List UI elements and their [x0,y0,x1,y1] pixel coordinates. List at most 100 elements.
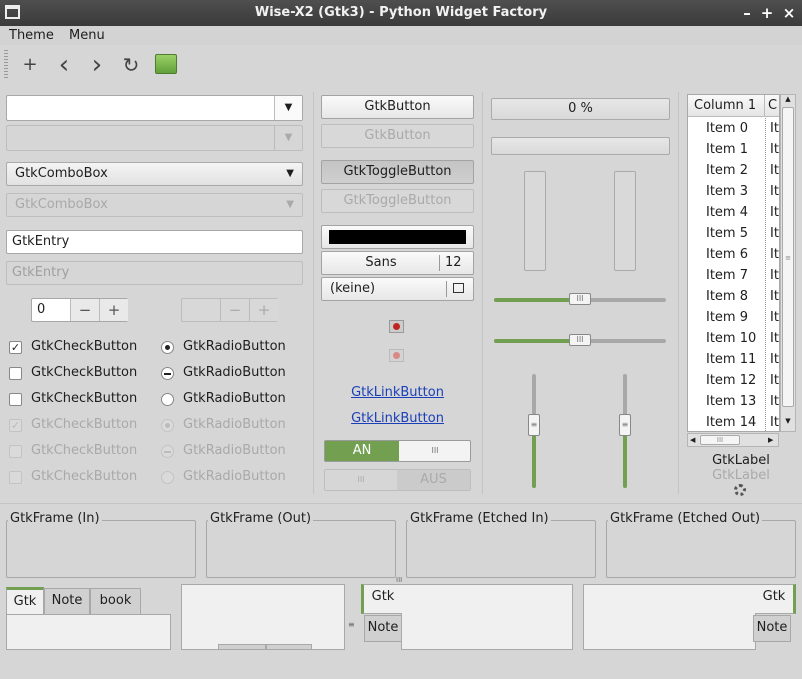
menu-theme[interactable]: Theme [5,26,58,45]
scroll-right-icon[interactable]: ▶ [768,434,773,446]
link-button-2[interactable]: GtkLinkButton [321,411,474,426]
add-icon[interactable]: + [18,53,42,77]
tree-row[interactable]: Item 4 It [688,202,779,223]
radio-button-0[interactable] [161,341,174,354]
check-box-2[interactable] [9,393,22,406]
radio-dash-icon [164,451,171,453]
back-icon[interactable]: ‹ [52,52,76,78]
separator [482,92,483,494]
minimize-button[interactable]: – [738,3,756,23]
vscale-2-knob[interactable]: ≡ [619,414,631,437]
scroll-left-icon[interactable]: ◀ [690,434,695,446]
tree-row[interactable]: Item 7 It [688,265,779,286]
pane-handle-icon[interactable]: III [396,576,406,584]
tree-cell: It [770,352,779,367]
vertical-progress-1 [524,171,546,271]
maximize-button[interactable]: + [758,3,776,23]
scroll-down-icon[interactable]: ▼ [781,417,795,429]
notebook-1-tab-note[interactable]: Note [44,588,90,614]
tree-row[interactable]: Item 2 It [688,160,779,181]
tree-cell: Item 1 [706,142,748,157]
switch-on[interactable]: AN III [324,440,471,462]
pane-handle-icon[interactable]: ≡ [348,620,355,632]
tree-row[interactable]: Item 12 It [688,370,779,391]
column-header-1[interactable]: Column 1 [688,95,765,117]
toggle-tool-led[interactable] [389,320,404,333]
radio-button-label[interactable]: GtkRadioButton [183,339,286,354]
tree-row[interactable]: Item 6 It [688,244,779,265]
hscale-1-knob[interactable]: III [569,293,591,305]
check-box-1[interactable] [9,367,22,380]
column-header-2[interactable]: C [768,95,777,117]
notebook-1-tab-book[interactable]: book [90,588,141,614]
frame-label: GtkFrame (In) [8,511,102,526]
frame-2 [406,520,596,578]
checkmark-icon[interactable]: ✓ [9,341,22,354]
chevron-down-icon[interactable]: ▼ [274,96,302,120]
tree-row[interactable]: Item 5 It [688,223,779,244]
tree-hscrollbar[interactable]: ◀ III ▶ [687,433,779,447]
notebook-4-tab-note[interactable]: Note [753,615,791,642]
forward-icon[interactable]: › [85,52,109,78]
font-button[interactable]: Sans 12 [321,251,474,275]
toggle-button-disabled: GtkToggleButton [321,189,474,213]
check-button-label[interactable]: GtkCheckButton [31,365,137,380]
toggle-tool-led-disabled [389,349,404,362]
tree-view[interactable]: Column 1 C Item 0 It Item 1 It Item 2 It Item … [687,94,780,432]
tree-row[interactable]: Item 3 It [688,181,779,202]
tree-row[interactable]: Item 9 It [688,307,779,328]
hscale-2-knob[interactable]: III [569,334,591,346]
title-bar[interactable]: Wise-X2 (Gtk3) - Python Widget Factory –… [0,0,802,26]
spin-button[interactable]: 0 − + [31,298,128,322]
tree-row[interactable]: Item 14 It [688,412,779,431]
folder-icon[interactable] [155,54,177,74]
frame-0 [6,520,196,578]
tree-cell: It [770,310,779,325]
notebook-3-tab-note[interactable]: Note [364,615,402,642]
radio-button-1[interactable] [161,367,174,380]
toggle-button[interactable]: GtkToggleButton [321,160,474,184]
combo-box[interactable]: GtkComboBox ▼ [6,162,303,186]
close-button[interactable]: × [780,3,798,23]
tree-hscroll-thumb[interactable]: III [700,435,740,445]
tree-row[interactable]: Item 10 It [688,328,779,349]
text-entry[interactable]: GtkEntry [6,230,303,254]
tree-row[interactable]: Item 0 It [688,118,779,139]
document-open-icon [453,283,464,293]
tree-cell: It [770,289,779,304]
combo-entry[interactable]: ▼ [6,95,303,121]
tree-row[interactable]: Item 11 It [688,349,779,370]
radio-button-2[interactable] [161,393,174,406]
spin-plus-button[interactable]: + [99,299,128,321]
tree-cell: It [770,163,779,178]
tree-cell: Item 4 [706,205,748,220]
combo-box-disabled: GtkComboBox ▼ [6,193,303,217]
tree-row[interactable]: Item 1 It [688,139,779,160]
radio-button-label[interactable]: GtkRadioButton [183,391,286,406]
radio-button-label: GtkRadioButton [183,469,286,484]
link-button-1[interactable]: GtkLinkButton [321,385,474,400]
check-button-label[interactable]: GtkCheckButton [31,391,137,406]
menu-menu[interactable]: Menu [65,26,109,45]
vscale-1-knob[interactable]: ≡ [528,414,540,437]
notebook-1-page [6,614,171,650]
notebook-1-tab-gtk[interactable]: Gtk [6,587,44,614]
tree-vscroll-thumb[interactable]: ≡ [782,107,794,407]
tree-row[interactable]: Item 13 It [688,391,779,412]
tree-vscrollbar[interactable]: ▲ ≡ ▼ [780,94,796,432]
toolbar-grip[interactable] [4,50,8,80]
notebook-4-tab-gtk[interactable]: Gtk [755,584,796,614]
gtk-button[interactable]: GtkButton [321,95,474,119]
radio-dot-icon [165,345,170,350]
spin-minus-button[interactable]: − [70,299,99,321]
tree-row[interactable]: Item 8 It [688,286,779,307]
window-title: Wise-X2 (Gtk3) - Python Widget Factory [254,5,548,20]
color-button[interactable] [321,225,474,249]
led-icon [393,352,400,359]
radio-button-label[interactable]: GtkRadioButton [183,365,286,380]
notebook-3-tab-gtk[interactable]: Gtk [361,584,402,614]
check-button-label[interactable]: GtkCheckButton [31,339,137,354]
scroll-up-icon[interactable]: ▲ [781,95,795,107]
file-chooser-button[interactable]: (keine) [321,277,474,301]
refresh-icon[interactable]: ↻ [119,53,143,77]
